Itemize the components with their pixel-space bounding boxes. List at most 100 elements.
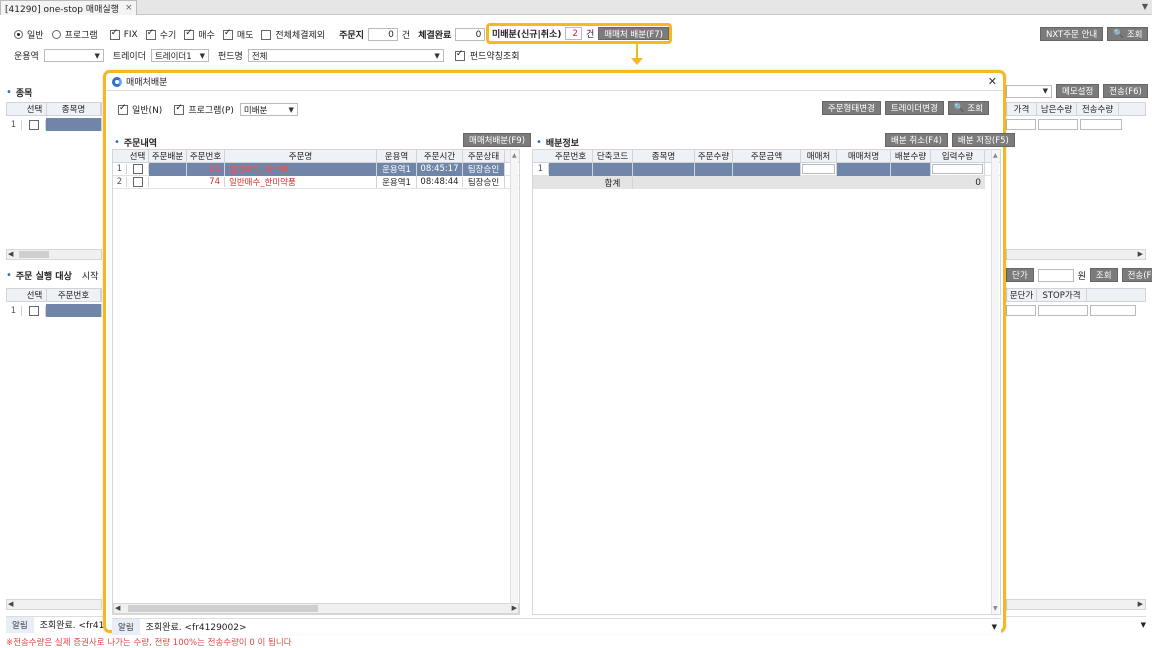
bullet-icon: • xyxy=(6,87,12,98)
undistributed-unit: 건 xyxy=(585,30,595,40)
col-unit-price: 문단가 xyxy=(1007,289,1037,301)
total-row: 합계 0 xyxy=(533,176,985,189)
save-distribution-button[interactable]: 배분 저장(F5) xyxy=(951,133,1015,147)
change-trader-button[interactable]: 트레이더변경 xyxy=(884,101,944,115)
manager-select[interactable]: ▼ xyxy=(43,49,104,62)
arrow-right-icon[interactable]: ▶ xyxy=(512,604,517,612)
input-qty-field[interactable] xyxy=(932,164,983,174)
checkbox-program[interactable] xyxy=(174,103,185,115)
order-time: 08:48:44 xyxy=(417,177,463,187)
row-checkbox[interactable] xyxy=(28,119,39,130)
bg-right-table-header: 가격 남은수량 전송수량 xyxy=(1006,102,1146,116)
checkbox-general[interactable] xyxy=(118,103,128,115)
window-tabbar: [41290] one-stop 매매실행 × ▼ xyxy=(0,0,1152,15)
nxt-order-button[interactable]: NXT주문 안내 xyxy=(1040,27,1104,41)
start-label: 시작 xyxy=(81,272,99,282)
vertical-scrollbar[interactable]: ▲ xyxy=(510,150,518,614)
arrow-left-icon[interactable]: ◀ xyxy=(8,600,13,608)
window-tab[interactable]: [41290] one-stop 매매실행 × xyxy=(0,0,138,15)
horizontal-scrollbar[interactable]: ▶ xyxy=(1006,249,1146,260)
horizontal-scrollbar[interactable]: ◀ ▶ xyxy=(113,603,519,614)
bg-right-select[interactable]: ▼ xyxy=(1006,84,1052,98)
checkbox-sell-label: 매도 xyxy=(236,31,254,41)
cancel-distribution-button[interactable]: 배분 취소(F4) xyxy=(885,133,948,147)
broker-input[interactable] xyxy=(802,164,835,174)
col-order-no: 주문번호 xyxy=(549,150,593,162)
chevron-down-icon: ▼ xyxy=(288,105,294,114)
order-status: 팀장승인 xyxy=(463,176,505,188)
send-f5-button[interactable]: 전송(F5) xyxy=(1121,268,1152,282)
table-row[interactable]: 1 xyxy=(6,118,102,131)
row-checkbox[interactable] xyxy=(132,177,143,187)
checkbox-manual[interactable] xyxy=(145,28,156,40)
col-order-qty: 주문수량 xyxy=(695,150,733,162)
search-icon: 🔍 xyxy=(1113,29,1124,39)
arrow-down-icon[interactable]: ▼ xyxy=(993,605,998,612)
col-dist-qty: 배분수량 xyxy=(891,150,931,162)
checkbox-fix[interactable] xyxy=(109,28,120,40)
dialog-search-button[interactable]: 🔍 조회 xyxy=(947,101,989,115)
col-select: 선택 xyxy=(23,289,47,301)
horizontal-scrollbar[interactable]: ◀ xyxy=(6,249,102,260)
arrow-up-icon[interactable]: ▲ xyxy=(512,152,517,159)
table-row[interactable] xyxy=(1006,304,1146,316)
order-history-header: 선택 주문배분 주문번호 주문명 운용역 주문시간 주문상태 xyxy=(113,150,519,163)
distribution-table: 주문번호 단축코드 종목명 주문수량 주문금액 매매처 매매처명 배분수량 입력… xyxy=(532,149,1001,615)
checkbox-sell[interactable] xyxy=(222,28,233,40)
order-no: 23 xyxy=(187,162,225,176)
dialog-search-label: 조회 xyxy=(967,104,983,114)
row-checkbox[interactable] xyxy=(132,164,143,174)
horizontal-scrollbar[interactable]: ◀ xyxy=(6,599,102,610)
filter-row-1: 일반 프로그램 FIX 수기 매수 매도 전체체결제외 주문지 0 건 체결완료… xyxy=(14,28,498,41)
order-count-label: 주문지 xyxy=(339,31,364,41)
checkbox-exclude-all[interactable] xyxy=(261,29,272,40)
unit-price-button[interactable]: 단가 xyxy=(1006,268,1034,282)
arrow-right-icon[interactable]: ▶ xyxy=(1138,600,1143,608)
chevron-down-icon[interactable]: ▼ xyxy=(1142,2,1148,11)
section-distribution-info-title: 배분정보 xyxy=(545,139,580,149)
broker-distribution-f9-button[interactable]: 매매처배분(F9) xyxy=(463,133,532,147)
send-f6-button[interactable]: 전송(F6) xyxy=(1103,84,1148,98)
arrow-right-icon[interactable]: ▶ xyxy=(1138,250,1143,258)
bg-search-button[interactable]: 조회 xyxy=(1089,268,1118,282)
radio-general[interactable] xyxy=(14,30,23,39)
checkbox-fund-abbr[interactable] xyxy=(454,49,465,61)
row-checkbox[interactable] xyxy=(28,305,39,316)
checkbox-buy[interactable] xyxy=(184,28,195,40)
fund-select[interactable]: 전체 ▼ xyxy=(247,49,444,62)
col-broker-name: 매매처명 xyxy=(837,150,891,162)
dialog-alert-bar: 알림 조회완료. <fr4129002> ▼ xyxy=(112,618,1001,635)
table-row[interactable]: 1 23 일반매수_비스펙 운용역1 08:45:17 팀장승인 xyxy=(113,162,519,176)
horizontal-scrollbar[interactable]: ▶ xyxy=(1006,599,1146,610)
search-button[interactable]: 🔍 조회 xyxy=(1107,27,1149,41)
row-number: 1 xyxy=(6,119,22,130)
table-row[interactable]: 2 74 일반매수_한미약품 운용역1 08:48:44 팀장승인 xyxy=(113,176,519,189)
chevron-down-icon[interactable]: ▼ xyxy=(1141,621,1146,629)
arrow-left-icon[interactable]: ◀ xyxy=(115,604,120,612)
close-icon[interactable]: × xyxy=(125,3,133,13)
broker-distribution-button[interactable]: 매매처 배분(F7) xyxy=(598,27,669,40)
table-row[interactable]: 1 xyxy=(533,162,1000,176)
vertical-scrollbar[interactable]: ▲ ▼ xyxy=(991,150,999,614)
chevron-down-icon[interactable]: ▼ xyxy=(992,623,997,631)
status-select[interactable]: 미배분 ▼ xyxy=(239,103,298,116)
change-status-button[interactable]: 주문형태변경 xyxy=(821,101,881,115)
unit-price-input[interactable] xyxy=(1037,268,1074,282)
section-order-target-title: 주문 실행 대상 xyxy=(15,272,72,282)
radio-general-label: 일반 xyxy=(27,31,44,41)
table-row[interactable] xyxy=(1006,118,1146,130)
close-icon[interactable]: ✕ xyxy=(988,75,997,88)
table-row[interactable]: 1 xyxy=(6,304,102,317)
bg-right-toolbar-2: 단가 원 조회 전송(F5) xyxy=(1006,268,1152,282)
arrow-left-icon[interactable]: ◀ xyxy=(8,250,13,258)
arrow-up-icon[interactable]: ▲ xyxy=(993,152,998,159)
memo-settings-button[interactable]: 메모설정 xyxy=(1056,84,1100,98)
status-select-value: 미배분 xyxy=(243,105,268,116)
row-number: 1 xyxy=(113,164,127,174)
distribution-toolbar: 배분 취소(F4) 배분 저장(F5) xyxy=(885,133,1015,147)
undistributed-highlight: 미배분(신규|취소) 2 건 매매처 배분(F7) xyxy=(486,23,672,44)
row-number: 1 xyxy=(533,164,549,174)
trader-select[interactable]: 트레이더1 ▼ xyxy=(150,49,209,62)
radio-program[interactable] xyxy=(51,30,61,39)
stock-table-header: 선택 종목명 xyxy=(6,102,102,116)
